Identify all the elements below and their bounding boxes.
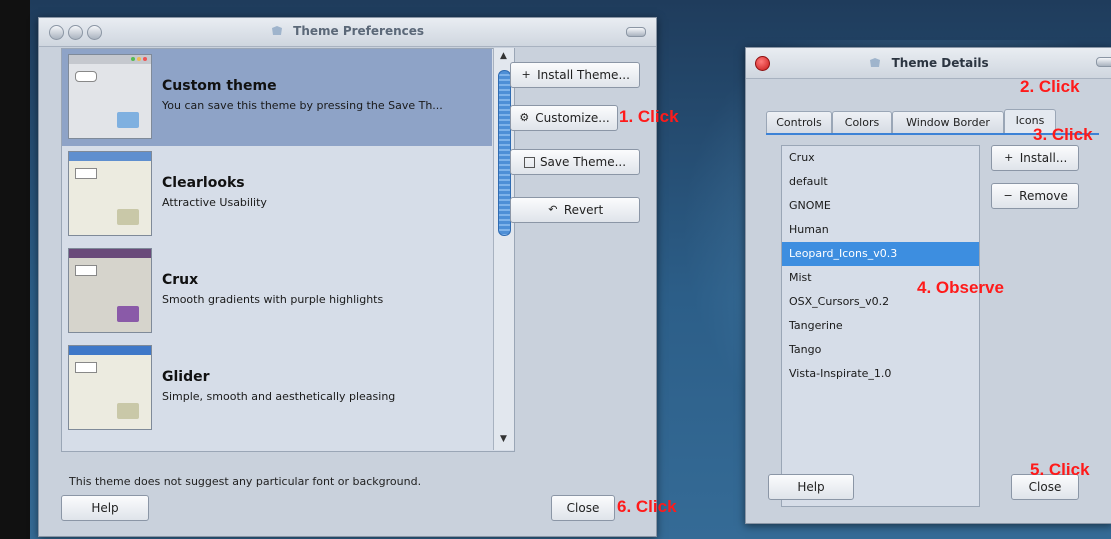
install-theme-button[interactable]: + Install Theme... [510, 62, 640, 88]
annotation-step-2: 2. Click [1020, 77, 1080, 96]
theme-description: Simple, smooth and aesthetically pleasin… [162, 390, 396, 403]
list-item[interactable]: Tango [782, 338, 979, 362]
annotation-step-1: 1. Click [619, 107, 679, 126]
install-icons-button[interactable]: + Install... [991, 145, 1079, 171]
theme-list[interactable]: Custom theme You can save this theme by … [61, 48, 515, 452]
theme-thumbnail [68, 54, 152, 139]
theme-name: Crux [162, 272, 199, 288]
tab-window-border[interactable]: Window Border [892, 111, 1004, 134]
theme-name: Custom theme [162, 78, 277, 94]
tab-colors[interactable]: Colors [832, 111, 892, 134]
annotation-step-5: 5. Click [1030, 460, 1090, 479]
window-collapse-button[interactable] [626, 27, 646, 37]
gear-icon: ⚙ [519, 111, 530, 124]
desktop-edge [0, 0, 30, 539]
save-theme-button[interactable]: Save Theme... [510, 149, 640, 175]
annotation-step-4: 4. Observe [917, 278, 1004, 297]
revert-icon: ↶ [548, 203, 558, 216]
annotation-step-3: 3. Click [1033, 125, 1093, 144]
theme-row-custom[interactable]: Custom theme You can save this theme by … [62, 49, 492, 146]
window-title: Theme Details [891, 56, 989, 70]
annotation-step-6: 6. Click [617, 497, 677, 516]
theme-hint-text: This theme does not suggest any particul… [69, 475, 422, 488]
theme-name: Glider [162, 369, 210, 385]
theme-icon [870, 58, 881, 67]
plus-icon: + [1004, 151, 1014, 164]
theme-description: You can save this theme by pressing the … [162, 99, 443, 112]
customize-button[interactable]: ⚙ Customize... [510, 105, 618, 131]
help-button[interactable]: Help [61, 495, 149, 521]
theme-row-clearlooks[interactable]: Clearlooks Attractive Usability [62, 146, 492, 243]
theme-row-crux[interactable]: Crux Smooth gradients with purple highli… [62, 243, 492, 340]
theme-thumbnail [68, 345, 152, 430]
list-item[interactable]: GNOME [782, 194, 979, 218]
theme-row-glider[interactable]: Glider Simple, smooth and aesthetically … [62, 340, 492, 437]
tab-controls[interactable]: Controls [766, 111, 832, 134]
list-item[interactable]: Human [782, 218, 979, 242]
scroll-up-arrow-icon[interactable]: ▲ [498, 51, 509, 62]
theme-description: Attractive Usability [162, 196, 267, 209]
help-button[interactable]: Help [768, 474, 854, 500]
theme-description: Smooth gradients with purple highlights [162, 293, 384, 306]
list-item[interactable]: Vista-Inspirate_1.0 [782, 362, 979, 386]
theme-details-titlebar: Theme Details [746, 48, 1111, 79]
theme-thumbnail [68, 151, 152, 236]
theme-thumbnail [68, 248, 152, 333]
theme-preferences-window: Theme Preferences Custom theme You can s… [38, 17, 657, 537]
plus-icon: + [521, 68, 531, 81]
minus-icon: − [1003, 189, 1013, 202]
remove-icons-button[interactable]: − Remove [991, 183, 1079, 209]
theme-preferences-titlebar: Theme Preferences [39, 18, 656, 47]
floppy-disk-icon [523, 156, 535, 168]
revert-button[interactable]: ↶ Revert [510, 197, 640, 223]
close-button[interactable]: Close [551, 495, 615, 521]
icon-theme-list[interactable]: Crux default GNOME Human Leopard_Icons_v… [781, 145, 980, 507]
list-item[interactable]: Tangerine [782, 314, 979, 338]
window-collapse-button[interactable] [1096, 57, 1111, 67]
theme-icon [271, 26, 282, 35]
list-item[interactable]: Crux [782, 146, 979, 170]
list-item-selected[interactable]: Leopard_Icons_v0.3 [782, 242, 979, 266]
theme-name: Clearlooks [162, 175, 245, 191]
window-title: Theme Preferences [293, 24, 425, 38]
list-item[interactable]: default [782, 170, 979, 194]
scroll-down-arrow-icon[interactable]: ▼ [498, 434, 509, 445]
